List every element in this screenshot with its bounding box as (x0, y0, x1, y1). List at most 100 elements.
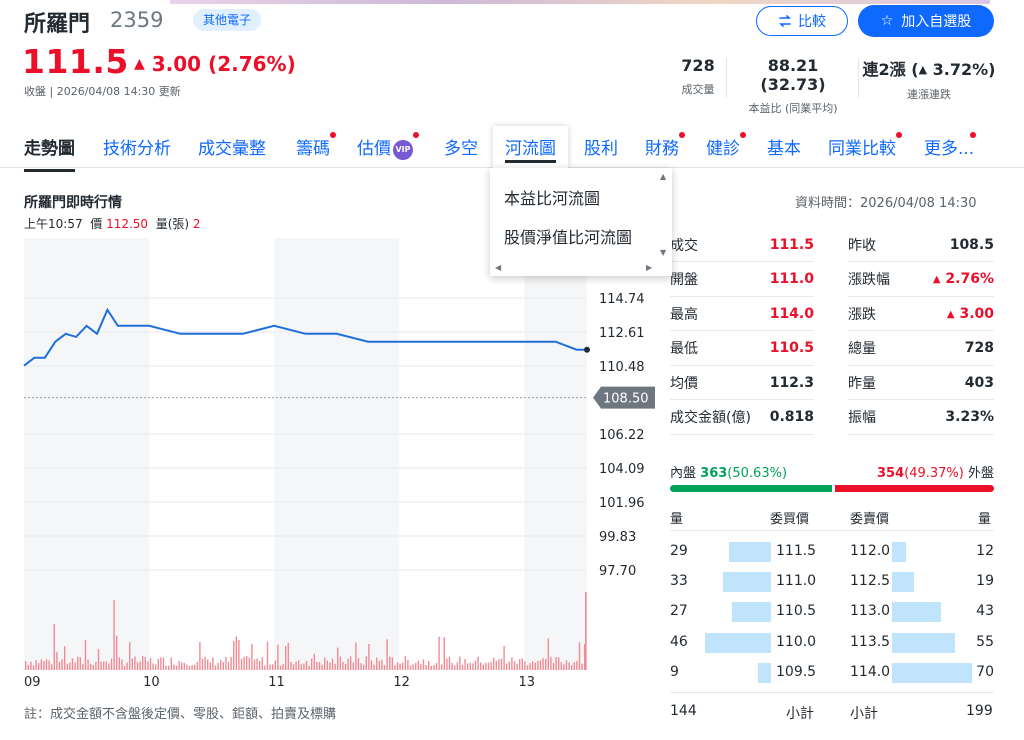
volume-bar (40, 659, 42, 670)
tab-more[interactable]: 更多... (924, 132, 977, 159)
tab-financial[interactable]: 財務 (645, 132, 685, 159)
volume-bar (459, 656, 461, 670)
quote-value: ▲ 3.00 (946, 305, 994, 322)
add-watchlist-button[interactable]: ☆ 加入自選股 (858, 5, 994, 37)
bid-price[interactable]: 110.5 (776, 603, 816, 619)
volume-bar (386, 639, 388, 670)
inner-volume: 內盤 363(50.63%) (670, 466, 788, 481)
volume-bar (183, 663, 185, 670)
volume-bar (139, 661, 141, 670)
bid-total-label: 小計 (786, 706, 814, 722)
bid-price[interactable]: 111.0 (776, 573, 816, 589)
volume-bar (290, 662, 292, 670)
scroll-down-icon[interactable]: ▼ (660, 248, 666, 257)
bid-depth-bar (723, 572, 771, 592)
volume-bar (521, 658, 523, 670)
tab-river-chart[interactable]: 河流圖 (493, 126, 568, 168)
ask-price[interactable]: 114.0 (850, 664, 890, 680)
quote-value: 3.23% (945, 409, 994, 425)
volume-bar (131, 658, 133, 670)
volume-bar (454, 665, 456, 670)
tab-technical[interactable]: 技術分析 (103, 134, 171, 159)
volume-bar (376, 657, 378, 670)
volume-bar (399, 663, 401, 670)
volume-bar (152, 663, 154, 670)
volume-bar (313, 653, 315, 670)
volume-bar (321, 664, 323, 670)
volume-bar (295, 661, 297, 670)
scroll-up-icon[interactable]: ▲ (660, 172, 666, 181)
volume-bar (396, 662, 399, 670)
volume-bar (142, 656, 144, 670)
volume-bar (103, 661, 105, 670)
volume-bar (35, 660, 37, 670)
tab-trend[interactable]: 走勢圖 (24, 134, 75, 172)
stat-volume: 728 成交量 (676, 56, 720, 97)
volume-bar (477, 656, 479, 670)
outer-volume: 354(49.37%) 外盤 (876, 466, 994, 481)
volume-bar (378, 660, 380, 670)
y-tick-label: 104.09 (599, 462, 645, 477)
volume-bar (485, 662, 487, 670)
quote-row: 昨量 403 (848, 366, 994, 400)
volume-bar (487, 662, 490, 670)
tab-peer-compare[interactable]: 同業比較 (828, 132, 902, 159)
scroll-left-icon[interactable]: ◀ (495, 263, 501, 272)
dropdown-item-pe-river[interactable]: 本益比河流圖 (504, 185, 600, 209)
volume-bar (428, 661, 430, 670)
tab-basic[interactable]: 基本 (767, 134, 801, 159)
volume-bar (87, 659, 89, 670)
tab-bar: 走勢圖 技術分析 成交彙整 籌碼 估價 VIP 多空 河流圖 股利 財務 健診 基… (0, 124, 1024, 172)
volume-bar (230, 657, 232, 670)
dropdown-item-pb-river[interactable]: 股價淨值比河流圖 (504, 224, 632, 248)
quote-key: 昨收 (848, 237, 876, 254)
volume-bar (537, 661, 539, 670)
volume-bar (84, 640, 87, 670)
volume-bar (581, 663, 583, 670)
tab-long-short[interactable]: 多空 (444, 134, 478, 159)
volume-bar (285, 646, 287, 670)
ask-total: 199 (966, 703, 993, 719)
stat-streak-label: 連漲連跌 (907, 88, 951, 101)
intraday-chart[interactable]: 114.74 112.61 110.48 108.50 106.22 104.09 101.… (0, 230, 660, 695)
current-price: 111.5 (22, 42, 129, 81)
tab-dividend[interactable]: 股利 (584, 134, 618, 159)
bid-price[interactable]: 111.5 (776, 543, 816, 559)
ask-price[interactable]: 112.0 (850, 543, 890, 559)
volume-bar (56, 651, 58, 670)
volume-bar (326, 660, 328, 670)
ask-price[interactable]: 112.5 (850, 573, 890, 589)
tab-trade-summary[interactable]: 成交彙整 (198, 134, 266, 159)
tab-chips[interactable]: 籌碼 (296, 132, 336, 159)
quote-key: 漲跌幅 (848, 272, 890, 288)
volume-bar (243, 656, 245, 670)
scroll-right-icon[interactable]: ▶ (646, 263, 652, 272)
volume-bar (534, 662, 536, 670)
ask-price[interactable]: 113.5 (850, 634, 890, 650)
volume-bar (451, 662, 453, 670)
stat-pe-label: 本益比 (同業平均) (748, 102, 838, 115)
volume-bar (165, 665, 167, 670)
volume-bar (441, 664, 443, 670)
volume-bar (568, 662, 570, 670)
compare-button[interactable]: 比較 (756, 6, 848, 36)
volume-bar (407, 659, 409, 670)
volume-bar (277, 644, 279, 670)
bid-price[interactable]: 110.0 (776, 634, 816, 650)
ask-price[interactable]: 113.0 (850, 603, 890, 619)
volume-bar (558, 657, 560, 670)
bid-price[interactable]: 109.5 (776, 664, 816, 680)
tab-health[interactable]: 健診 (706, 132, 746, 159)
tab-valuation[interactable]: 估價 VIP (357, 132, 419, 160)
x-tick-label: 09 (24, 675, 41, 690)
y-tick-label: 114.74 (599, 292, 645, 307)
price-change-value: 3.00 (2.76%) (151, 52, 296, 76)
ask-depth-bar (892, 663, 972, 683)
volume-bar (274, 660, 276, 670)
volume-bar (311, 658, 313, 670)
volume-bar (308, 665, 310, 670)
sector-badge[interactable]: 其他電子 (193, 9, 262, 31)
volume-bar (71, 658, 74, 670)
volume-bar (233, 641, 235, 670)
volume-bar (282, 664, 284, 670)
